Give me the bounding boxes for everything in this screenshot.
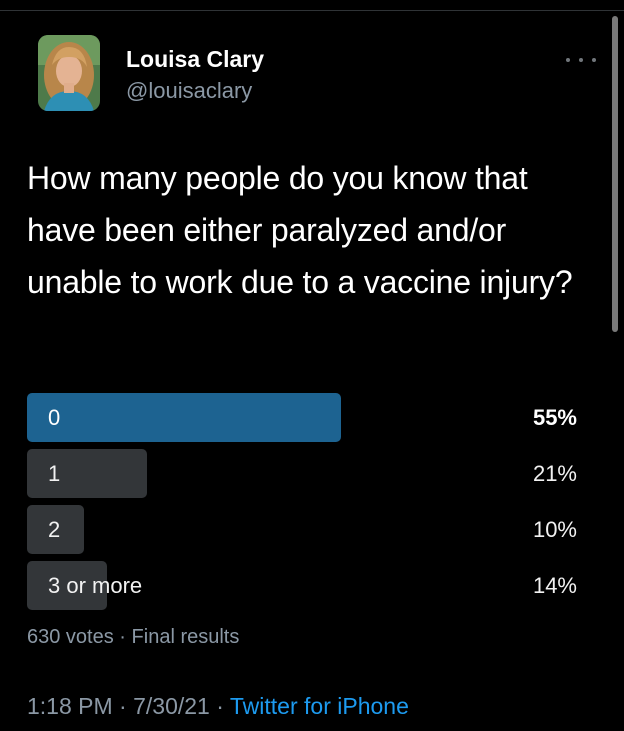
tweet-date[interactable]: 7/30/21	[133, 693, 210, 719]
poll-option-percent: 10%	[532, 517, 577, 542]
separator-dot: ·	[119, 626, 126, 648]
poll-option-label: 0	[48, 405, 61, 430]
top-divider	[0, 10, 624, 11]
poll-option-label: 3 or more	[48, 573, 143, 598]
poll-option: 1 21%	[27, 449, 579, 498]
author-display-name[interactable]: Louisa Clary	[126, 46, 264, 73]
separator-dot: ·	[119, 693, 127, 719]
poll-option: 3 or more 14%	[27, 561, 579, 610]
more-horizontal-icon-dot	[566, 58, 570, 62]
separator-dot: ·	[216, 693, 224, 719]
tweet-time[interactable]: 1:18 PM	[27, 693, 113, 719]
poll-option: 0 55%	[27, 393, 579, 442]
poll-option: 2 10%	[27, 505, 579, 554]
poll-status: Final results	[131, 626, 240, 648]
poll-option-percent: 14%	[532, 573, 577, 598]
poll-option-label: 1	[48, 461, 61, 486]
poll-option-label: 2	[48, 517, 61, 542]
poll-result-bar	[27, 449, 147, 498]
poll-footer: 630 votes · Final results	[27, 626, 239, 649]
avatar-image	[38, 35, 100, 111]
poll: 0 55% 1 21% 2 10% 3 or more 14%	[27, 393, 579, 617]
poll-vote-count: 630 votes	[27, 626, 114, 648]
more-horizontal-icon-dot	[579, 58, 583, 62]
scrollbar[interactable]	[612, 16, 618, 332]
tweet-meta: 1:18 PM · 7/30/21 · Twitter for iPhone	[27, 693, 409, 720]
poll-option-percent: 21%	[532, 461, 577, 486]
poll-result-bar	[27, 393, 341, 442]
author-handle[interactable]: @louisaclary	[126, 78, 252, 104]
more-options-button[interactable]	[566, 52, 596, 68]
tweet-text: How many people do you know that have be…	[27, 160, 573, 300]
avatar[interactable]	[38, 35, 100, 111]
tweet-source-link[interactable]: Twitter for iPhone	[230, 693, 409, 719]
poll-option-percent: 55%	[532, 405, 577, 430]
more-horizontal-icon-dot	[592, 58, 596, 62]
